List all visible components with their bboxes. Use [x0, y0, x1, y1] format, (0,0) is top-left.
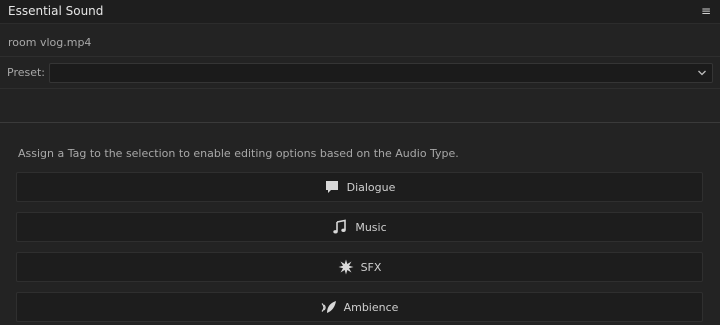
section-divider [0, 122, 720, 123]
assign-tag-hint: Assign a Tag to the selection to enable … [18, 147, 459, 160]
preset-dropdown[interactable] [49, 63, 713, 83]
clip-name: room vlog.mp4 [8, 36, 92, 49]
hamburger-menu-icon[interactable]: ≡ [700, 4, 712, 18]
dialogue-label: Dialogue [346, 180, 396, 194]
music-tag-button[interactable]: Music [16, 212, 703, 242]
panel-header: Essential Sound ≡ [0, 0, 720, 24]
essential-sound-panel: Essential Sound ≡ room vlog.mp4 Preset: … [0, 0, 720, 325]
ambience-tag-button[interactable]: Ambience [16, 292, 703, 322]
music-note-icon [333, 219, 347, 234]
speech-bubble-icon [325, 181, 338, 193]
sfx-tag-button[interactable]: SFX [16, 252, 703, 282]
clip-info: room vlog.mp4 [0, 24, 720, 57]
panel-title: Essential Sound [8, 4, 104, 18]
preset-label: Preset: [7, 66, 46, 79]
starburst-icon [338, 259, 354, 275]
leaf-sound-icon [321, 301, 336, 313]
dialogue-tag-button[interactable]: Dialogue [16, 172, 703, 202]
chevron-down-icon [698, 70, 706, 76]
music-label: Music [355, 220, 387, 234]
ambience-label: Ambience [343, 300, 399, 314]
preset-row: Preset: [0, 57, 720, 89]
sfx-label: SFX [360, 260, 382, 274]
